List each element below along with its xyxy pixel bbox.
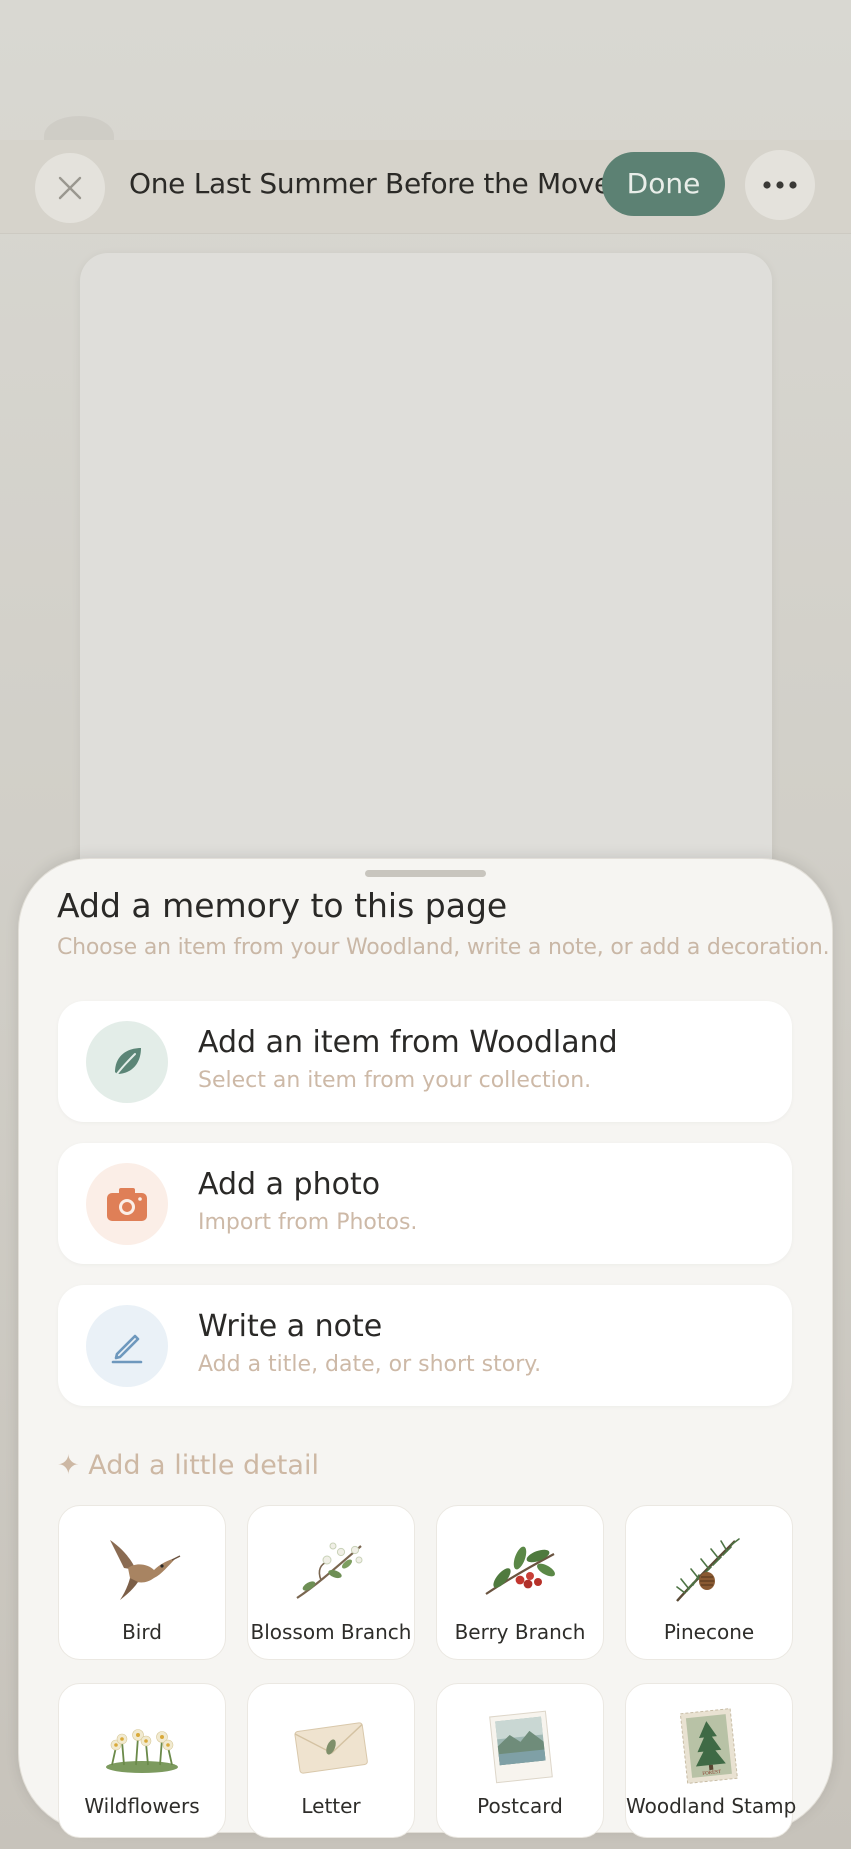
blossom-branch-icon <box>296 1542 363 1599</box>
decoration-label: Letter <box>301 1794 361 1818</box>
option-subtitle: Import from Photos. <box>198 1210 418 1235</box>
decoration-label: Bird <box>122 1620 162 1644</box>
decoration-label: Pinecone <box>663 1620 755 1644</box>
option-subtitle: Select an item from your collection. <box>198 1068 592 1093</box>
option-title: Write a note <box>198 1309 383 1344</box>
detail-section-label: ✦ Add a little detail <box>57 1450 319 1481</box>
write-note-option[interactable]: Write a note Add a title, date, or short… <box>58 1285 792 1406</box>
decoration-label: Postcard <box>477 1794 563 1818</box>
page-title: One Last Summer Before the Move <box>129 167 611 200</box>
sheet-grabber[interactable] <box>365 870 486 877</box>
close-button[interactable] <box>35 153 105 223</box>
pencil-icon <box>86 1305 168 1387</box>
bird-icon <box>110 1540 181 1600</box>
option-title: Add a photo <box>198 1167 381 1202</box>
decoration-bird[interactable]: Bird <box>58 1505 226 1660</box>
option-subtitle: Add a title, date, or short story. <box>198 1352 542 1377</box>
decoration-label: Blossom Branch <box>250 1620 412 1644</box>
letter-icon <box>294 1722 368 1774</box>
decoration-postcard[interactable]: Postcard <box>436 1683 604 1838</box>
add-photo-option[interactable]: Add a photo Import from Photos. <box>58 1143 792 1264</box>
done-button[interactable]: Done <box>602 152 725 216</box>
decoration-pinecone[interactable]: Pinecone <box>625 1505 793 1660</box>
wildflowers-icon <box>106 1729 178 1773</box>
more-button[interactable] <box>745 150 815 220</box>
camera-icon <box>86 1163 168 1245</box>
page-canvas[interactable] <box>80 253 772 953</box>
decoration-woodland-stamp[interactable]: FOREST Woodland Stamp <box>625 1683 797 1838</box>
option-title: Add an item from Woodland <box>198 1025 618 1060</box>
berry-branch-icon <box>485 1546 555 1595</box>
decoration-label: Berry Branch <box>454 1620 586 1644</box>
decoration-blossom-branch[interactable]: Blossom Branch <box>247 1505 415 1660</box>
postcard-icon <box>489 1710 553 1784</box>
decoration-wildflowers[interactable]: Wildflowers <box>58 1683 226 1838</box>
sheet-subtitle: Choose an item from your Woodland, write… <box>57 935 830 960</box>
woodland-stamp-icon: FOREST <box>679 1708 738 1784</box>
add-woodland-item-option[interactable]: Add an item from Woodland Select an item… <box>58 1001 792 1122</box>
pinecone-icon <box>676 1538 740 1602</box>
leaf-icon <box>86 1021 168 1103</box>
sheet-title: Add a memory to this page <box>57 886 508 925</box>
decoration-label: Wildflowers <box>84 1794 200 1818</box>
decoration-letter[interactable]: Letter <box>247 1683 415 1838</box>
decoration-berry-branch[interactable]: Berry Branch <box>436 1505 604 1660</box>
close-icon <box>58 176 82 200</box>
more-icon <box>763 181 797 189</box>
decoration-label: Woodland Stamp <box>626 1794 797 1818</box>
